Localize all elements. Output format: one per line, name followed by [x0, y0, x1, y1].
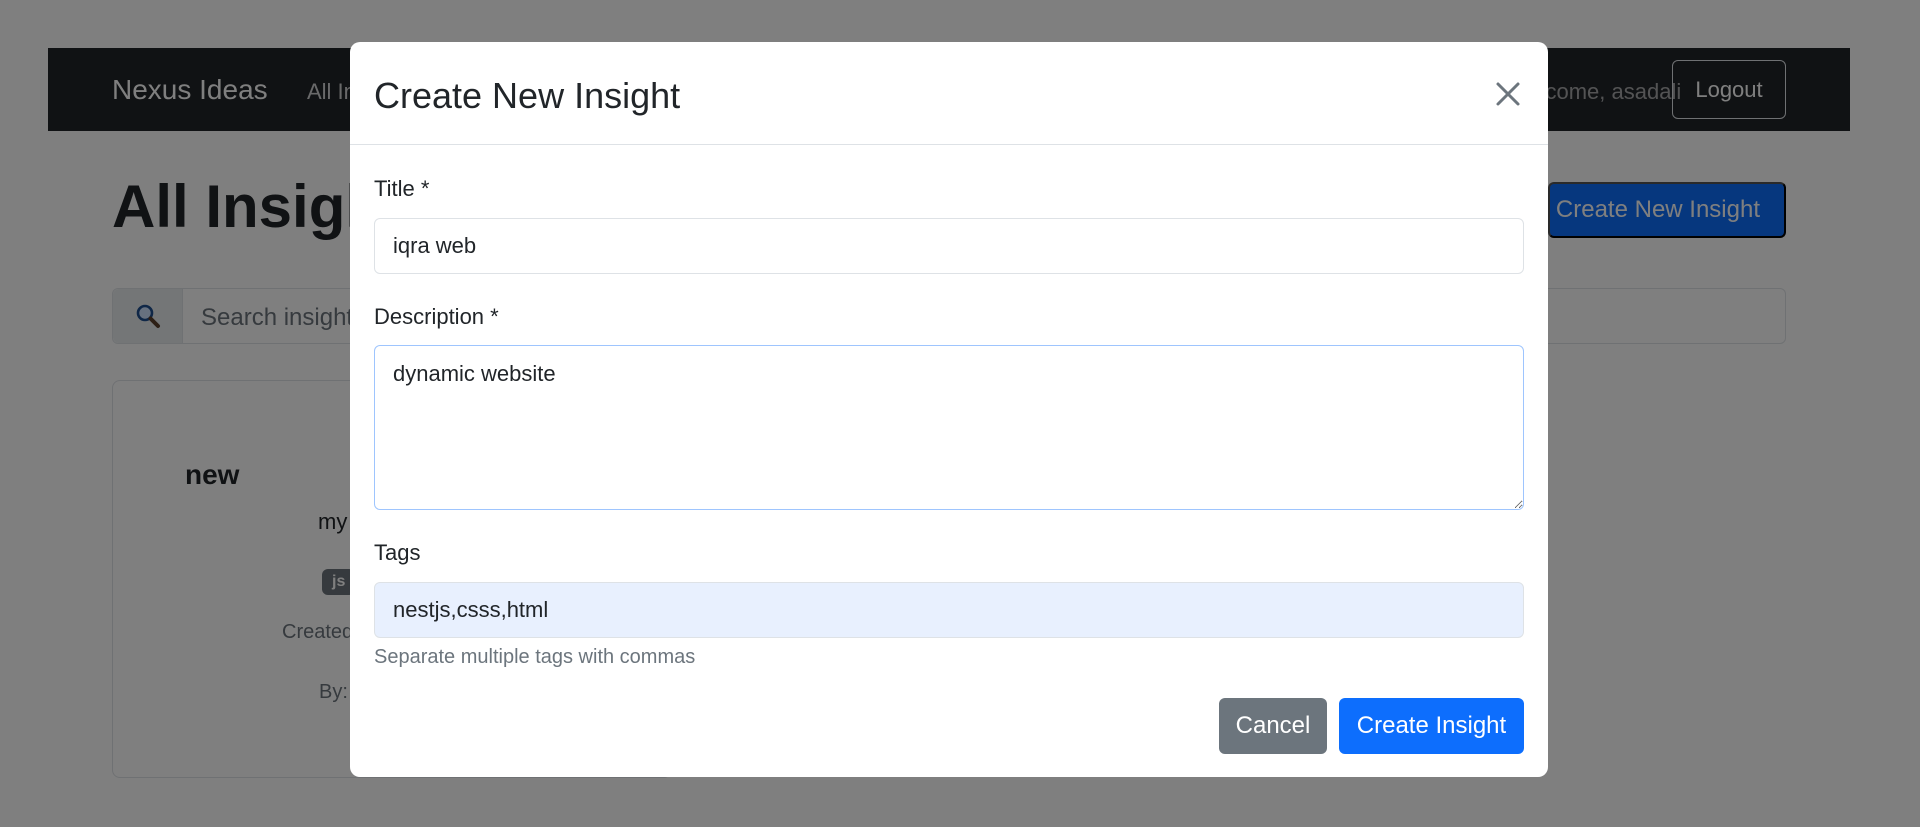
- close-icon[interactable]: [1490, 76, 1526, 112]
- description-textarea[interactable]: dynamic website: [374, 345, 1524, 510]
- title-input[interactable]: [374, 218, 1524, 274]
- create-insight-button[interactable]: Create Insight: [1339, 698, 1524, 754]
- cancel-button[interactable]: Cancel: [1219, 698, 1327, 754]
- tags-help-text: Separate multiple tags with commas: [374, 646, 696, 668]
- create-insight-modal: Create New Insight Title * Description *…: [350, 42, 1548, 777]
- modal-title: Create New Insight: [374, 75, 681, 116]
- description-label: Description *: [374, 304, 499, 329]
- tags-label: Tags: [374, 540, 421, 565]
- title-label: Title *: [374, 176, 430, 201]
- tags-input[interactable]: [374, 582, 1524, 638]
- modal-header: Create New Insight: [350, 42, 1548, 145]
